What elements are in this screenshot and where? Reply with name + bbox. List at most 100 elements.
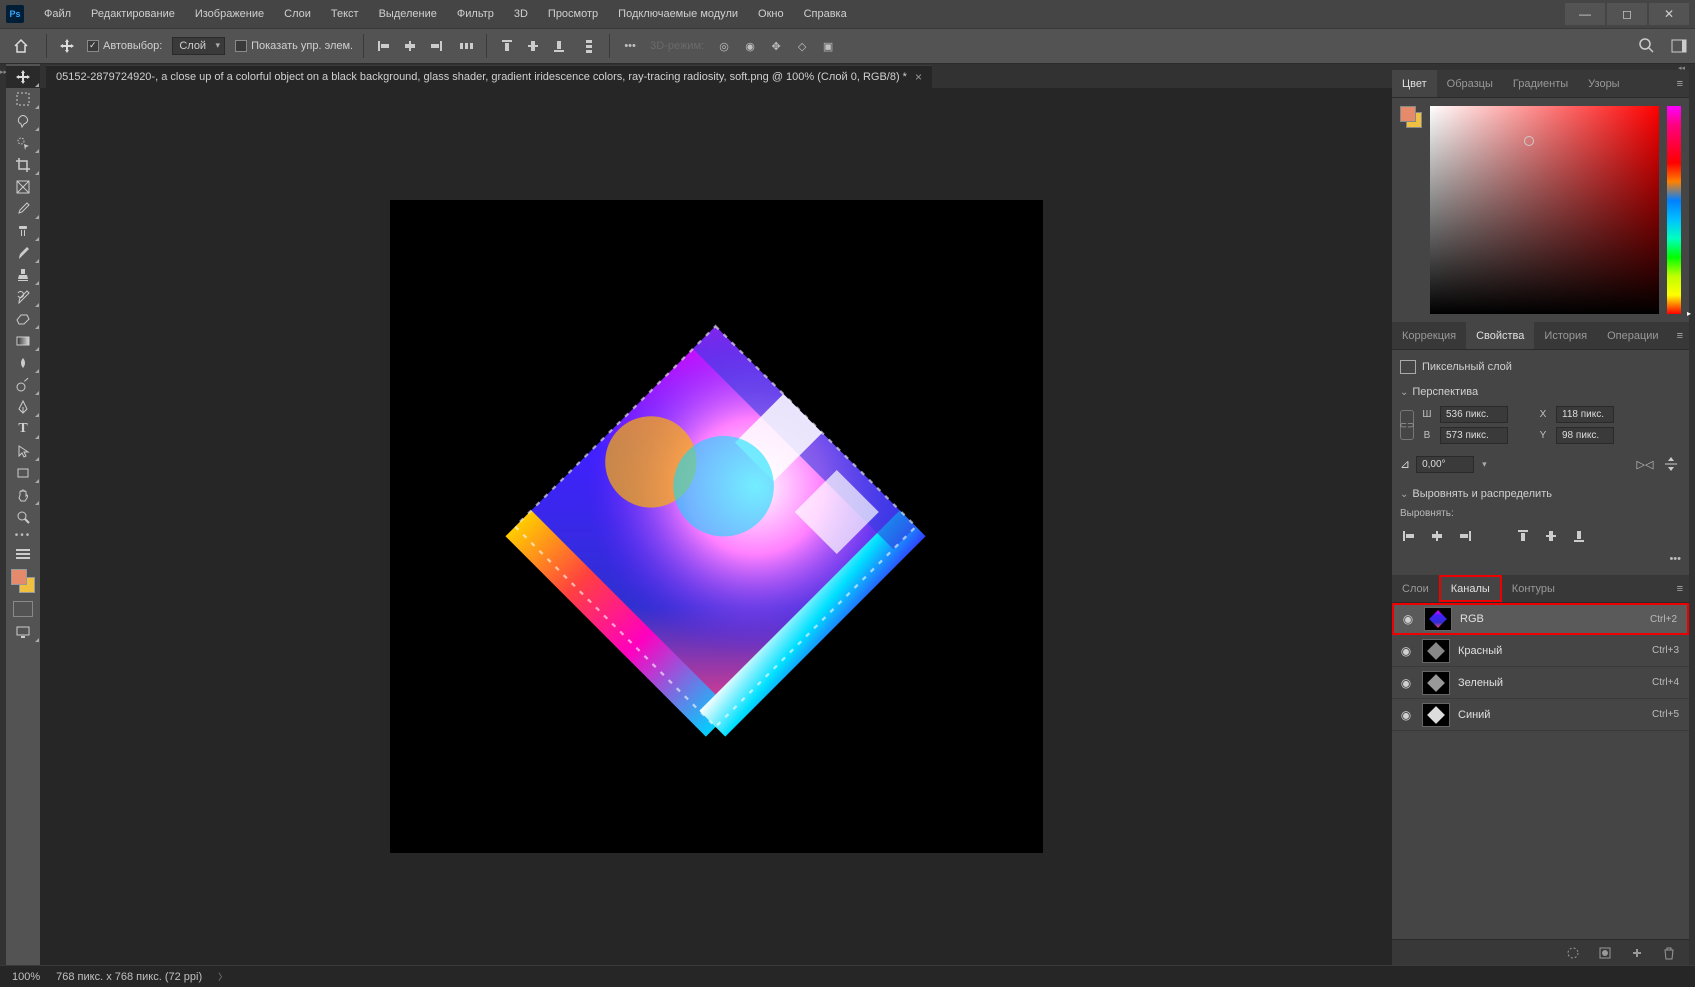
edit-toolbar[interactable]	[6, 543, 40, 565]
doc-info[interactable]: 768 пикс. x 768 пикс. (72 ppi)	[56, 971, 202, 983]
x-input[interactable]: 118 пикс.	[1556, 406, 1614, 423]
hue-slider[interactable]	[1667, 106, 1681, 314]
gradient-tool[interactable]	[6, 330, 40, 352]
hand-tool[interactable]	[6, 484, 40, 506]
menu-file[interactable]: Файл	[34, 0, 81, 28]
channel-blue[interactable]: ◉ Синий Ctrl+5	[1392, 699, 1689, 731]
distribute-v-icon[interactable]	[579, 36, 599, 56]
perspective-section[interactable]: Перспектива	[1400, 384, 1681, 404]
color-field[interactable]	[1430, 106, 1659, 314]
tab-history[interactable]: История	[1534, 322, 1597, 349]
channel-green[interactable]: ◉ Зеленый Ctrl+4	[1392, 667, 1689, 699]
channel-red[interactable]: ◉ Красный Ctrl+3	[1392, 635, 1689, 667]
zoom-tool[interactable]	[6, 506, 40, 528]
brush-tool[interactable]	[6, 242, 40, 264]
document-tab[interactable]: 05152-2879724920-, a close up of a color…	[46, 65, 932, 88]
menu-text[interactable]: Текст	[321, 0, 369, 28]
quick-select-tool[interactable]	[6, 132, 40, 154]
eyedropper-tool[interactable]	[6, 198, 40, 220]
pen-tool[interactable]	[6, 396, 40, 418]
panel-color-swatch[interactable]	[1400, 106, 1422, 128]
visibility-icon[interactable]: ◉	[1398, 644, 1414, 658]
props-more-icon[interactable]: •••	[1400, 549, 1681, 565]
angle-dropdown-icon[interactable]: ▾	[1482, 459, 1487, 470]
lasso-tool[interactable]	[6, 110, 40, 132]
quick-mask-button[interactable]	[13, 601, 33, 617]
tab-gradients[interactable]: Градиенты	[1503, 70, 1578, 97]
props-panel-menu-icon[interactable]: ≡	[1671, 322, 1689, 349]
blur-tool[interactable]	[6, 352, 40, 374]
align-bottom-icon[interactable]	[549, 36, 569, 56]
align-hcenter-btn[interactable]	[1428, 527, 1446, 545]
show-controls-checkbox[interactable]: Показать упр. элем.	[235, 40, 353, 52]
align-center-v-icon[interactable]	[523, 36, 543, 56]
color-panel-menu-icon[interactable]: ≡	[1671, 70, 1689, 97]
width-input[interactable]: 536 пикс.	[1440, 406, 1508, 423]
tab-paths[interactable]: Контуры	[1502, 575, 1565, 602]
align-vcenter-btn[interactable]	[1542, 527, 1560, 545]
align-center-h-icon[interactable]	[400, 36, 420, 56]
status-caret-icon[interactable]: 〉	[218, 970, 227, 983]
dodge-tool[interactable]	[6, 374, 40, 396]
save-selection-icon[interactable]	[1595, 943, 1615, 963]
align-top-icon[interactable]	[497, 36, 517, 56]
align-left-btn[interactable]	[1400, 527, 1418, 545]
flip-horizontal-icon[interactable]: ▷◁	[1635, 454, 1655, 474]
angle-input[interactable]: 0,00°	[1416, 456, 1474, 473]
flip-vertical-icon[interactable]	[1661, 454, 1681, 474]
visibility-icon[interactable]: ◉	[1398, 676, 1414, 690]
toolbar-more[interactable]: •••	[6, 528, 40, 543]
canvas[interactable]	[390, 200, 1043, 853]
zoom-value[interactable]: 100%	[12, 971, 40, 983]
color-swatch[interactable]	[11, 569, 35, 593]
stamp-tool[interactable]	[6, 264, 40, 286]
visibility-icon[interactable]: ◉	[1398, 708, 1414, 722]
align-section[interactable]: Выровнять и распределить	[1400, 486, 1681, 506]
type-tool[interactable]: T	[6, 418, 40, 440]
height-input[interactable]: 573 пикс.	[1440, 427, 1508, 444]
menu-filter[interactable]: Фильтр	[447, 0, 504, 28]
screen-mode-button[interactable]	[6, 621, 40, 643]
tab-properties[interactable]: Свойства	[1466, 322, 1534, 349]
history-brush-tool[interactable]	[6, 286, 40, 308]
tab-channels[interactable]: Каналы	[1439, 575, 1502, 602]
menu-image[interactable]: Изображение	[185, 0, 274, 28]
y-input[interactable]: 98 пикс.	[1556, 427, 1614, 444]
tab-patterns[interactable]: Узоры	[1578, 70, 1629, 97]
search-icon[interactable]	[1637, 36, 1657, 56]
window-close[interactable]: ✕	[1649, 3, 1689, 25]
tab-actions[interactable]: Операции	[1597, 322, 1668, 349]
delete-channel-icon[interactable]	[1659, 943, 1679, 963]
visibility-icon[interactable]: ◉	[1400, 612, 1416, 626]
menu-3d[interactable]: 3D	[504, 0, 538, 28]
frame-tool[interactable]	[6, 176, 40, 198]
window-minimize[interactable]: —	[1565, 3, 1605, 25]
rectangle-tool[interactable]	[6, 462, 40, 484]
align-left-icon[interactable]	[374, 36, 394, 56]
close-tab-icon[interactable]: ×	[915, 70, 922, 84]
auto-select-mode[interactable]: Слой	[172, 37, 225, 55]
align-bottom-btn[interactable]	[1570, 527, 1588, 545]
home-button[interactable]	[6, 33, 36, 59]
link-wh-icon[interactable]: ⊂⊃	[1400, 410, 1414, 440]
move-tool[interactable]	[6, 66, 40, 88]
menu-edit[interactable]: Редактирование	[81, 0, 185, 28]
channels-panel-menu-icon[interactable]: ≡	[1671, 575, 1689, 602]
menu-plugins[interactable]: Подключаемые модули	[608, 0, 748, 28]
marquee-tool[interactable]	[6, 88, 40, 110]
menu-help[interactable]: Справка	[794, 0, 857, 28]
align-top-btn[interactable]	[1514, 527, 1532, 545]
new-channel-icon[interactable]	[1627, 943, 1647, 963]
auto-select-checkbox[interactable]: Автовыбор:	[87, 40, 162, 52]
menu-window[interactable]: Окно	[748, 0, 794, 28]
path-select-tool[interactable]	[6, 440, 40, 462]
distribute-icon[interactable]	[456, 36, 476, 56]
menu-layers[interactable]: Слои	[274, 0, 321, 28]
eraser-tool[interactable]	[6, 308, 40, 330]
tab-layers[interactable]: Слои	[1392, 575, 1439, 602]
crop-tool[interactable]	[6, 154, 40, 176]
align-right-icon[interactable]	[426, 36, 446, 56]
load-selection-icon[interactable]	[1563, 943, 1583, 963]
workspace-icon[interactable]	[1669, 36, 1689, 56]
healing-tool[interactable]	[6, 220, 40, 242]
